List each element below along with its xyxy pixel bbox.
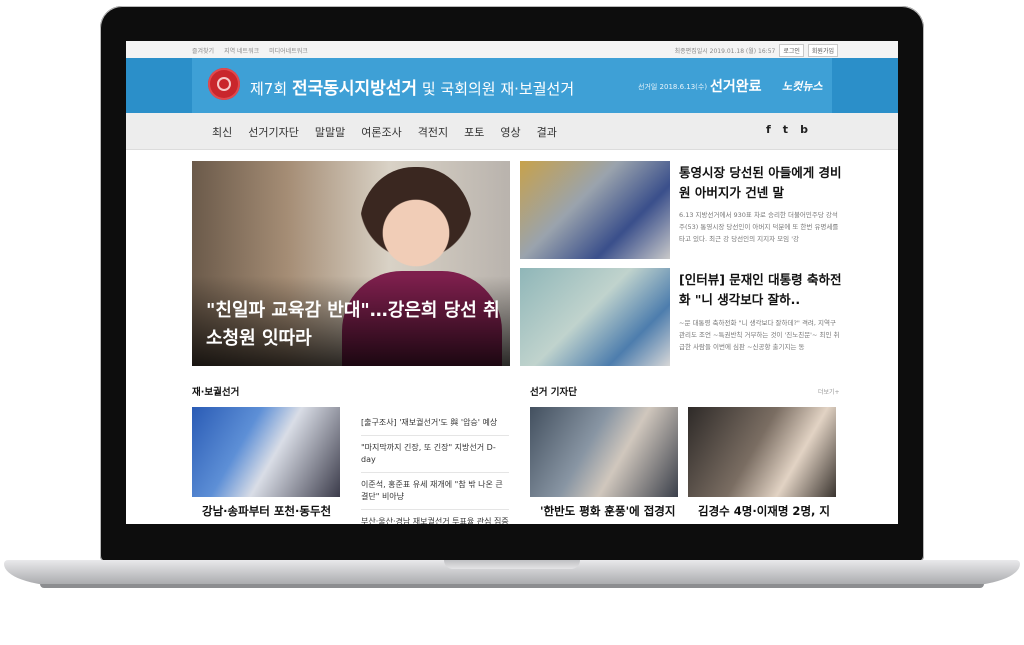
banner-prefix: 제7회 [250, 80, 288, 98]
laptop-foot [40, 584, 984, 588]
nav-battlegrounds[interactable]: 격전지 [418, 124, 448, 140]
hero-person-photo [360, 167, 472, 287]
banner-title[interactable]: 제7회 전국동시지방선거 및 국회의원 재·보궐선거 [250, 74, 574, 99]
banner-title-rest: 및 국회의원 재·보궐선거 [421, 80, 575, 98]
hero-article[interactable]: "친일파 교육감 반대"…강은희 당선 취소청원 잇따라 [192, 161, 510, 366]
byelection-caption[interactable]: 강남·송파부터 포천·동두천 [202, 503, 331, 519]
brand-logo[interactable]: 노컷뉴스 [782, 78, 822, 94]
media-network-link[interactable]: 미디어네트워크 [269, 46, 308, 55]
reporter-article-2-thumbnail[interactable] [688, 407, 836, 497]
main-nav: 최신 선거기자단 말말말 여론조사 격전지 포토 영상 결과 f t b [126, 113, 898, 150]
nav-latest[interactable]: 최신 [212, 124, 232, 140]
nav-results[interactable]: 결과 [537, 124, 557, 140]
side-article-1-title[interactable]: 통영시장 당선된 아들에게 경비원 아버지가 건넨 말 [679, 163, 849, 203]
laptop-notch [444, 560, 580, 569]
election-status: 선거완료 [710, 79, 762, 95]
nav-items: 최신 선거기자단 말말말 여론조사 격전지 포토 영상 결과 [212, 124, 557, 140]
utility-bar: 즐겨찾기 지역 네트워크 미디어네트워크 최종편집일시 2019.01.18 (… [126, 41, 898, 59]
blog-icon[interactable]: b [800, 123, 808, 136]
side-article-1-snippet: 6.13 지방선거에서 930표 차로 승리한 더불어민주당 강석주(53) 통… [679, 211, 839, 243]
signup-button[interactable]: 회원가입 [807, 44, 838, 57]
facebook-icon[interactable]: f [766, 123, 771, 136]
byelection-thumbnail[interactable] [192, 407, 340, 497]
election-banner: 제7회 전국동시지방선거 및 국회의원 재·보궐선거 선거일 2018.6.13… [126, 58, 898, 113]
nav-video[interactable]: 영상 [500, 124, 520, 140]
nav-quotes[interactable]: 말말말 [315, 124, 345, 140]
utility-links: 즐겨찾기 지역 네트워크 미디어네트워크 [192, 46, 308, 55]
side-article-2-snippet: ~문 대통령 축하전화 "니 생각보다 잘하데?" 격려, 지역구 관리도 조언… [679, 319, 840, 351]
side-article-1-thumbnail[interactable] [520, 161, 670, 259]
social-links: f t b [766, 123, 808, 136]
list-item[interactable]: 이준석, 홍준표 유세 재개에 "참 밖 나온 큰 결단" 비아냥 [361, 473, 509, 510]
nav-polls[interactable]: 여론조사 [361, 124, 401, 140]
reporter-article-1-thumbnail[interactable] [530, 407, 678, 497]
byelection-list: [출구조사] '재보궐선거'도 與 '압승' 예상 "마지막까지 긴장, 또 긴… [361, 407, 509, 524]
local-network-link[interactable]: 지역 네트워크 [224, 46, 259, 55]
browser-screen: 즐겨찾기 지역 네트워크 미디어네트워크 최종편집일시 2019.01.18 (… [126, 41, 898, 524]
side-article-2-thumbnail[interactable] [520, 268, 670, 366]
section-title-reporters[interactable]: 선거 기자단 [530, 384, 577, 398]
list-item[interactable]: 부산·울산·경남 재보궐선거 투표율 관심 집중 [361, 510, 509, 524]
hero-headline[interactable]: "친일파 교육감 반대"…강은희 당선 취소청원 잇따라 [206, 297, 502, 353]
list-item[interactable]: "마지막까지 긴장, 또 긴장" 지방선거 D-day [361, 436, 509, 473]
election-logo-icon[interactable] [208, 68, 240, 100]
reporter-article-2-caption[interactable]: 김경수 4명·이재명 2명, 지 [698, 503, 830, 519]
utility-right: 최종편집일시 2019.01.18 (월) 16:57 로그인 회원가입 [675, 44, 838, 57]
section-title-byelection[interactable]: 재·보궐선거 [192, 384, 239, 398]
login-button[interactable]: 로그인 [779, 44, 804, 57]
election-date: 선거일 2018.6.13(수) [638, 83, 708, 91]
reporter-article-1-caption[interactable]: '한반도 평화 훈풍'에 접경지 [540, 503, 675, 519]
last-edit-timestamp: 최종편집일시 2019.01.18 (월) 16:57 [674, 48, 776, 55]
twitter-icon[interactable]: t [783, 123, 788, 136]
list-item[interactable]: [출구조사] '재보궐선거'도 與 '압승' 예상 [361, 407, 509, 436]
banner-title-bold: 전국동시지방선거 [291, 79, 418, 99]
more-link[interactable]: 더보기+ [818, 387, 840, 396]
nav-photos[interactable]: 포토 [464, 124, 484, 140]
nav-reporters[interactable]: 선거기자단 [248, 124, 299, 140]
side-article-2-title[interactable]: [인터뷰] 문재인 대통령 축하전화 "니 생각보다 잘하.. [679, 270, 849, 310]
bookmark-link[interactable]: 즐겨찾기 [192, 46, 214, 55]
